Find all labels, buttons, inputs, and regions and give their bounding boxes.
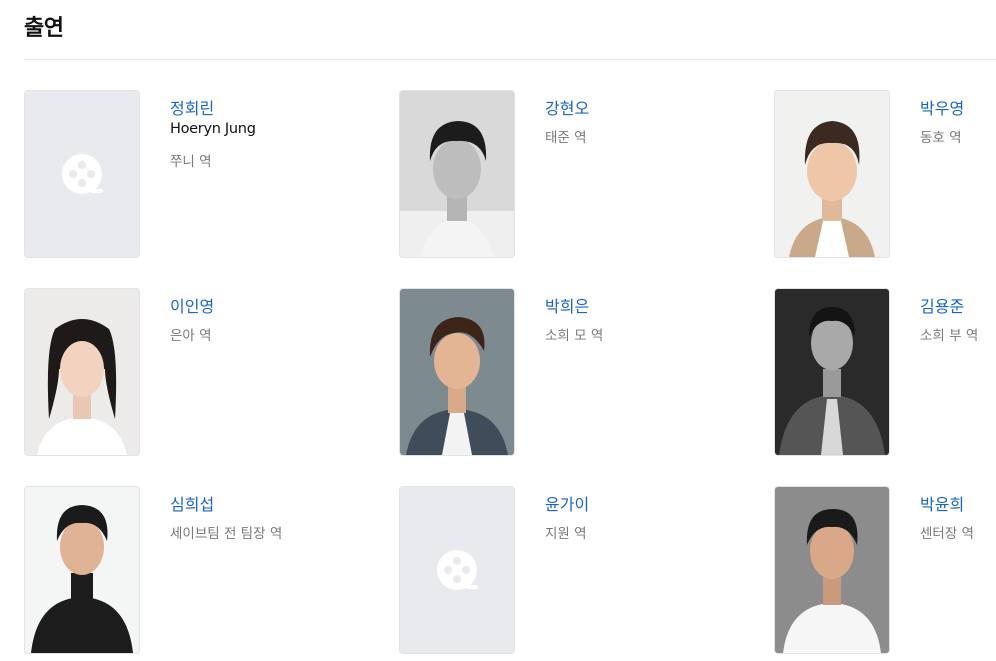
cast-role: 태준 역 — [545, 130, 587, 146]
cast-name-link[interactable]: 강현오 — [545, 95, 589, 119]
cast-photo[interactable] — [24, 486, 140, 654]
cast-photo[interactable] — [399, 90, 515, 258]
cast-card: 윤가이 지원 역 — [399, 486, 699, 654]
cast-card: 이인영 은아 역 — [24, 288, 324, 456]
cast-name-link[interactable]: 심희섭 — [170, 491, 214, 515]
cast-role: 쭈니 역 — [170, 154, 212, 170]
cast-role: 지원 역 — [545, 526, 587, 542]
cast-card: 김용준 소희 부 역 — [774, 288, 996, 456]
cast-name-link[interactable]: 윤가이 — [545, 491, 589, 515]
cast-role: 소희 부 역 — [920, 328, 979, 344]
cast-role: 세이브팀 전 팀장 역 — [170, 526, 283, 542]
cast-role: 은아 역 — [170, 328, 212, 344]
cast-photo[interactable] — [399, 288, 515, 456]
cast-card: 박윤희 센터장 역 — [774, 486, 996, 654]
cast-card: 박우영 동호 역 — [774, 90, 996, 258]
cast-photo[interactable] — [24, 288, 140, 456]
cast-photo[interactable] — [774, 288, 890, 456]
cast-role: 소희 모 역 — [545, 328, 604, 344]
cast-name-link[interactable]: 정회린 — [170, 95, 214, 119]
cast-name-link[interactable]: 박희은 — [545, 293, 589, 317]
cast-card: 심희섭 세이브팀 전 팀장 역 — [24, 486, 324, 654]
cast-grid: 정회린 Hoeryn Jung 쭈니 역 강현오 태준 역 박우영 동호 역 이… — [0, 0, 996, 661]
cast-card: 강현오 태준 역 — [399, 90, 699, 258]
film-reel-placeholder-icon[interactable] — [399, 486, 515, 654]
film-reel-placeholder-icon[interactable] — [24, 90, 140, 258]
cast-card: 박희은 소희 모 역 — [399, 288, 699, 456]
cast-name-english: Hoeryn Jung — [170, 121, 256, 137]
cast-name-link[interactable]: 박우영 — [920, 95, 964, 119]
cast-name-link[interactable]: 이인영 — [170, 293, 214, 317]
cast-role: 센터장 역 — [920, 526, 974, 542]
cast-name-link[interactable]: 박윤희 — [920, 491, 964, 515]
cast-name-link[interactable]: 김용준 — [920, 293, 964, 317]
cast-photo[interactable] — [774, 90, 890, 258]
cast-role: 동호 역 — [920, 130, 962, 146]
cast-photo[interactable] — [774, 486, 890, 654]
cast-card: 정회린 Hoeryn Jung 쭈니 역 — [24, 90, 324, 258]
